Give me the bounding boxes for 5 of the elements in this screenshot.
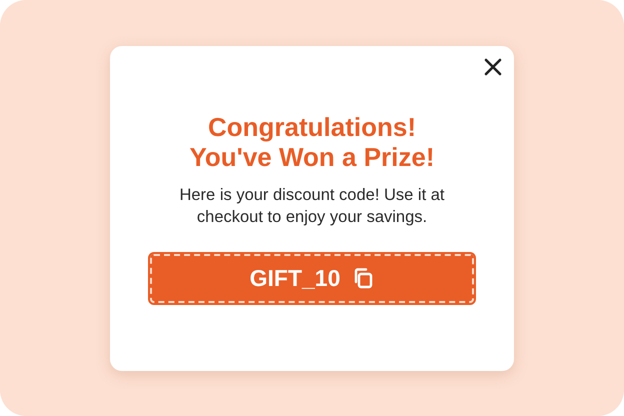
dialog-message: Here is your discount code! Use it at checkout to enjoy your savings. (178, 184, 446, 228)
discount-code-button[interactable]: GIFT_10 (150, 254, 474, 302)
copy-icon[interactable] (352, 267, 374, 289)
dialog-title: Congratulations! You've Won a Prize! (189, 112, 435, 172)
close-icon[interactable] (484, 58, 502, 76)
